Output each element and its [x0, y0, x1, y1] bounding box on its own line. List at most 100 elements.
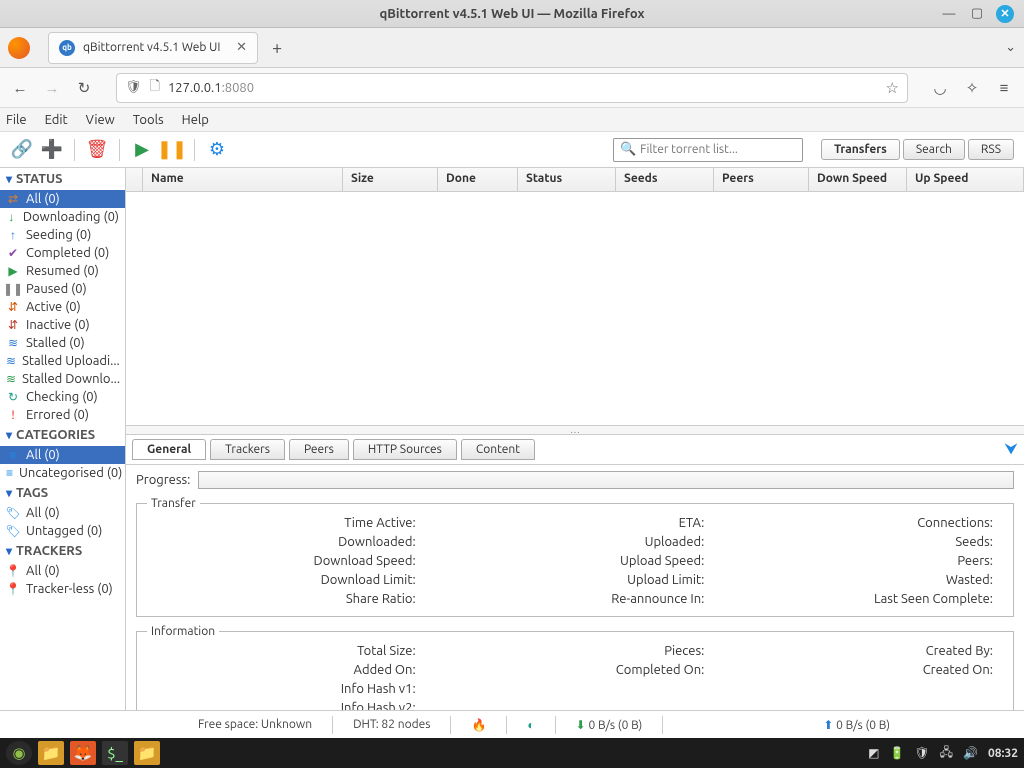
tab-transfers[interactable]: Transfers [821, 139, 900, 160]
sidebar-item[interactable]: ▶Resumed (0) [0, 262, 125, 280]
resume-button[interactable]: ▶ [130, 138, 154, 162]
menu-help[interactable]: Help [182, 113, 209, 127]
sidebar-item[interactable]: 🏷All (0) [0, 504, 125, 522]
taskbar-terminal-icon[interactable]: $_ [102, 741, 128, 765]
sidebar-item[interactable]: ↻Checking (0) [0, 388, 125, 406]
url-bar[interactable]: 🛡 🗋 127.0.0.1:8080 ☆ [116, 73, 908, 103]
col-status[interactable]: Status [518, 168, 616, 191]
detail-tab-http[interactable]: HTTP Sources [353, 439, 457, 460]
tab-rss[interactable]: RSS [968, 139, 1014, 160]
sidebar-item[interactable]: ↓Downloading (0) [0, 208, 125, 226]
field-label: Time Active: [147, 516, 426, 530]
taskbar-folder-icon[interactable]: 📁 [134, 741, 160, 765]
panel-splitter[interactable]: … [126, 425, 1024, 435]
tray-app-icon[interactable]: ◩ [868, 746, 879, 760]
filter-input[interactable] [640, 143, 796, 156]
add-link-button[interactable]: 🔗 [10, 138, 34, 162]
sidebar-item[interactable]: ≡Uncategorised (0) [0, 464, 125, 482]
sidebar-item-icon: 🏷 [6, 524, 20, 538]
sidebar-item[interactable]: ⇵Active (0) [0, 298, 125, 316]
sidebar-item[interactable]: ≋Stalled Uploadi... [0, 352, 125, 370]
nav-reload-button[interactable]: ↻ [74, 79, 94, 97]
settings-button[interactable]: ⚙ [205, 138, 229, 162]
up-arrow-icon: ⬆ [823, 719, 833, 732]
tray-network-icon[interactable]: 🖧 [940, 743, 953, 764]
sidebar-item[interactable]: ⇵Inactive (0) [0, 316, 125, 334]
detail-tab-trackers[interactable]: Trackers [210, 439, 285, 460]
window-minimize-button[interactable]: — [940, 5, 958, 23]
tab-overflow-button[interactable]: ⌄ [1005, 40, 1016, 55]
sidebar-item[interactable]: ✔Completed (0) [0, 244, 125, 262]
tray-shield-icon[interactable]: 🛡 [914, 746, 929, 760]
nav-forward-button[interactable]: → [42, 79, 62, 97]
status-freespace: Free space: Unknown [198, 718, 312, 731]
tray-volume-icon[interactable]: 🔊 [963, 746, 978, 760]
col-up[interactable]: Up Speed [907, 168, 1024, 191]
tab-close-button[interactable]: ✕ [236, 40, 247, 55]
col-peers[interactable]: Peers [714, 168, 809, 191]
status-upspeed[interactable]: ⬆ 0 B/s (0 B) [823, 718, 890, 732]
field-label: Upload Limit: [436, 573, 715, 587]
window-close-button[interactable]: ✕ [996, 5, 1014, 23]
window-titlebar: qBittorrent v4.5.1 Web UI — Mozilla Fire… [0, 0, 1024, 28]
col-size[interactable]: Size [343, 168, 438, 191]
tray-clock[interactable]: 08:32 [988, 747, 1018, 760]
status-downspeed[interactable]: ⬇ 0 B/s (0 B) [576, 718, 643, 732]
menu-tools[interactable]: Tools [133, 113, 164, 127]
tracking-shield-icon[interactable]: 🛡 [125, 80, 142, 95]
menu-edit[interactable]: Edit [45, 113, 68, 127]
start-menu-button[interactable]: ◉ [6, 741, 32, 765]
extensions-icon[interactable]: ✧ [962, 79, 982, 97]
sidebar-status-header[interactable]: ▾STATUS [0, 168, 125, 190]
sidebar-item[interactable]: ↑Seeding (0) [0, 226, 125, 244]
taskbar-firefox-icon[interactable]: 🦊 [70, 741, 96, 765]
sidebar-tags-header[interactable]: ▾TAGS [0, 482, 125, 504]
taskbar-files-icon[interactable]: 📁 [38, 741, 64, 765]
app-menu-button[interactable]: ≡ [994, 79, 1014, 97]
status-dht: DHT: 82 nodes [353, 718, 430, 731]
filter-search[interactable]: 🔍 [613, 138, 803, 162]
site-info-icon[interactable]: 🗋 [150, 77, 160, 99]
sidebar-item[interactable]: ≋Stalled Downlo... [0, 370, 125, 388]
col-seeds[interactable]: Seeds [616, 168, 714, 191]
sidebar-categories-header[interactable]: ▾CATEGORIES [0, 424, 125, 446]
col-name[interactable]: Name [143, 168, 343, 191]
sidebar-item-icon: ↑ [6, 228, 20, 242]
tab-search[interactable]: Search [903, 139, 965, 160]
nav-back-button[interactable]: ← [10, 79, 30, 97]
sidebar-item-icon: ❚❚ [6, 282, 20, 296]
sidebar-item[interactable]: ⇄All (0) [0, 190, 125, 208]
pocket-icon[interactable]: ◡ [930, 79, 950, 97]
pause-button[interactable]: ❚❚ [160, 138, 184, 162]
menu-view[interactable]: View [86, 113, 115, 127]
sidebar-trackers-header[interactable]: ▾TRACKERS [0, 540, 125, 562]
col-down[interactable]: Down Speed [809, 168, 907, 191]
sidebar-item[interactable]: !Errored (0) [0, 406, 125, 424]
detail-tab-general[interactable]: General [132, 439, 206, 460]
bookmark-star-icon[interactable]: ☆ [886, 79, 899, 97]
new-tab-button[interactable]: + [268, 34, 286, 62]
sidebar-item[interactable]: 📍All (0) [0, 562, 125, 580]
globe-icon[interactable]: ◐ [527, 718, 534, 732]
tray-battery-icon[interactable]: 🔋 [889, 746, 904, 760]
sidebar-item-label: Stalled Downlo... [22, 372, 120, 386]
sidebar-item[interactable]: ≋Stalled (0) [0, 334, 125, 352]
sidebar-item[interactable]: ❚❚Paused (0) [0, 280, 125, 298]
sidebar-item[interactable]: 📍Tracker-less (0) [0, 580, 125, 598]
field-label: Pieces: [436, 644, 715, 658]
browser-tab[interactable]: qb qBittorrent v4.5.1 Web UI ✕ [48, 32, 258, 64]
detail-tab-peers[interactable]: Peers [289, 439, 349, 460]
sidebar-item[interactable]: ≡All (0) [0, 446, 125, 464]
detail-tab-content[interactable]: Content [461, 439, 535, 460]
delete-button[interactable]: 🗑 [85, 138, 109, 162]
detail-collapse-button[interactable]: ⮟ [1004, 440, 1018, 459]
chevron-down-icon: ▾ [6, 544, 12, 558]
col-done[interactable]: Done [438, 168, 518, 191]
field-label: Created On: [724, 663, 1003, 677]
menu-file[interactable]: File [6, 113, 27, 127]
window-maximize-button[interactable]: ▢ [968, 5, 986, 23]
add-torrent-button[interactable]: ➕ [40, 138, 64, 162]
flame-icon[interactable]: 🔥 [471, 718, 486, 732]
sidebar-item[interactable]: 🏷Untagged (0) [0, 522, 125, 540]
transfer-grid: Time Active:ETA:Connections:Downloaded:U… [147, 516, 1003, 606]
